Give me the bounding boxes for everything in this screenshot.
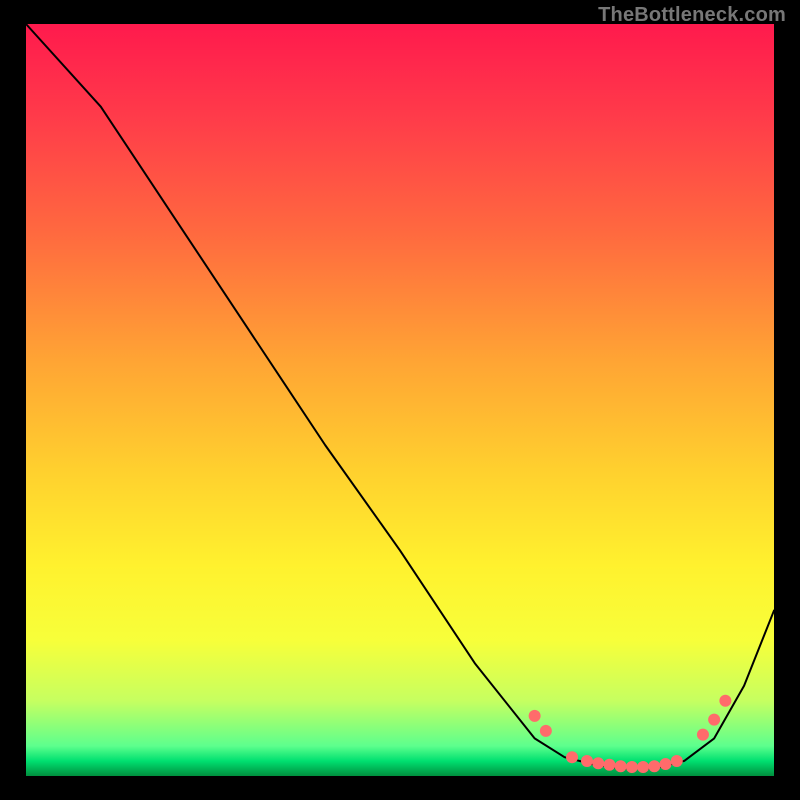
data-markers-group <box>529 695 732 773</box>
marker-valley-2 <box>581 755 593 767</box>
marker-valley-5 <box>615 760 627 772</box>
marker-valley-1 <box>566 751 578 763</box>
marker-valley-3 <box>592 757 604 769</box>
marker-valley-8 <box>648 760 660 772</box>
chart-overlay-svg <box>26 24 774 776</box>
marker-right-rise-2 <box>708 714 720 726</box>
marker-left-shoulder-bot <box>540 725 552 737</box>
chart-container: TheBottleneck.com <box>0 0 800 800</box>
marker-valley-9 <box>660 758 672 770</box>
marker-right-rise-3 <box>719 695 731 707</box>
marker-right-rise-1 <box>697 729 709 741</box>
marker-valley-4 <box>603 759 615 771</box>
bottleneck-curve <box>26 24 774 768</box>
marker-left-shoulder-top <box>529 710 541 722</box>
marker-valley-6 <box>626 761 638 773</box>
marker-valley-7 <box>637 761 649 773</box>
marker-valley-10 <box>671 755 683 767</box>
